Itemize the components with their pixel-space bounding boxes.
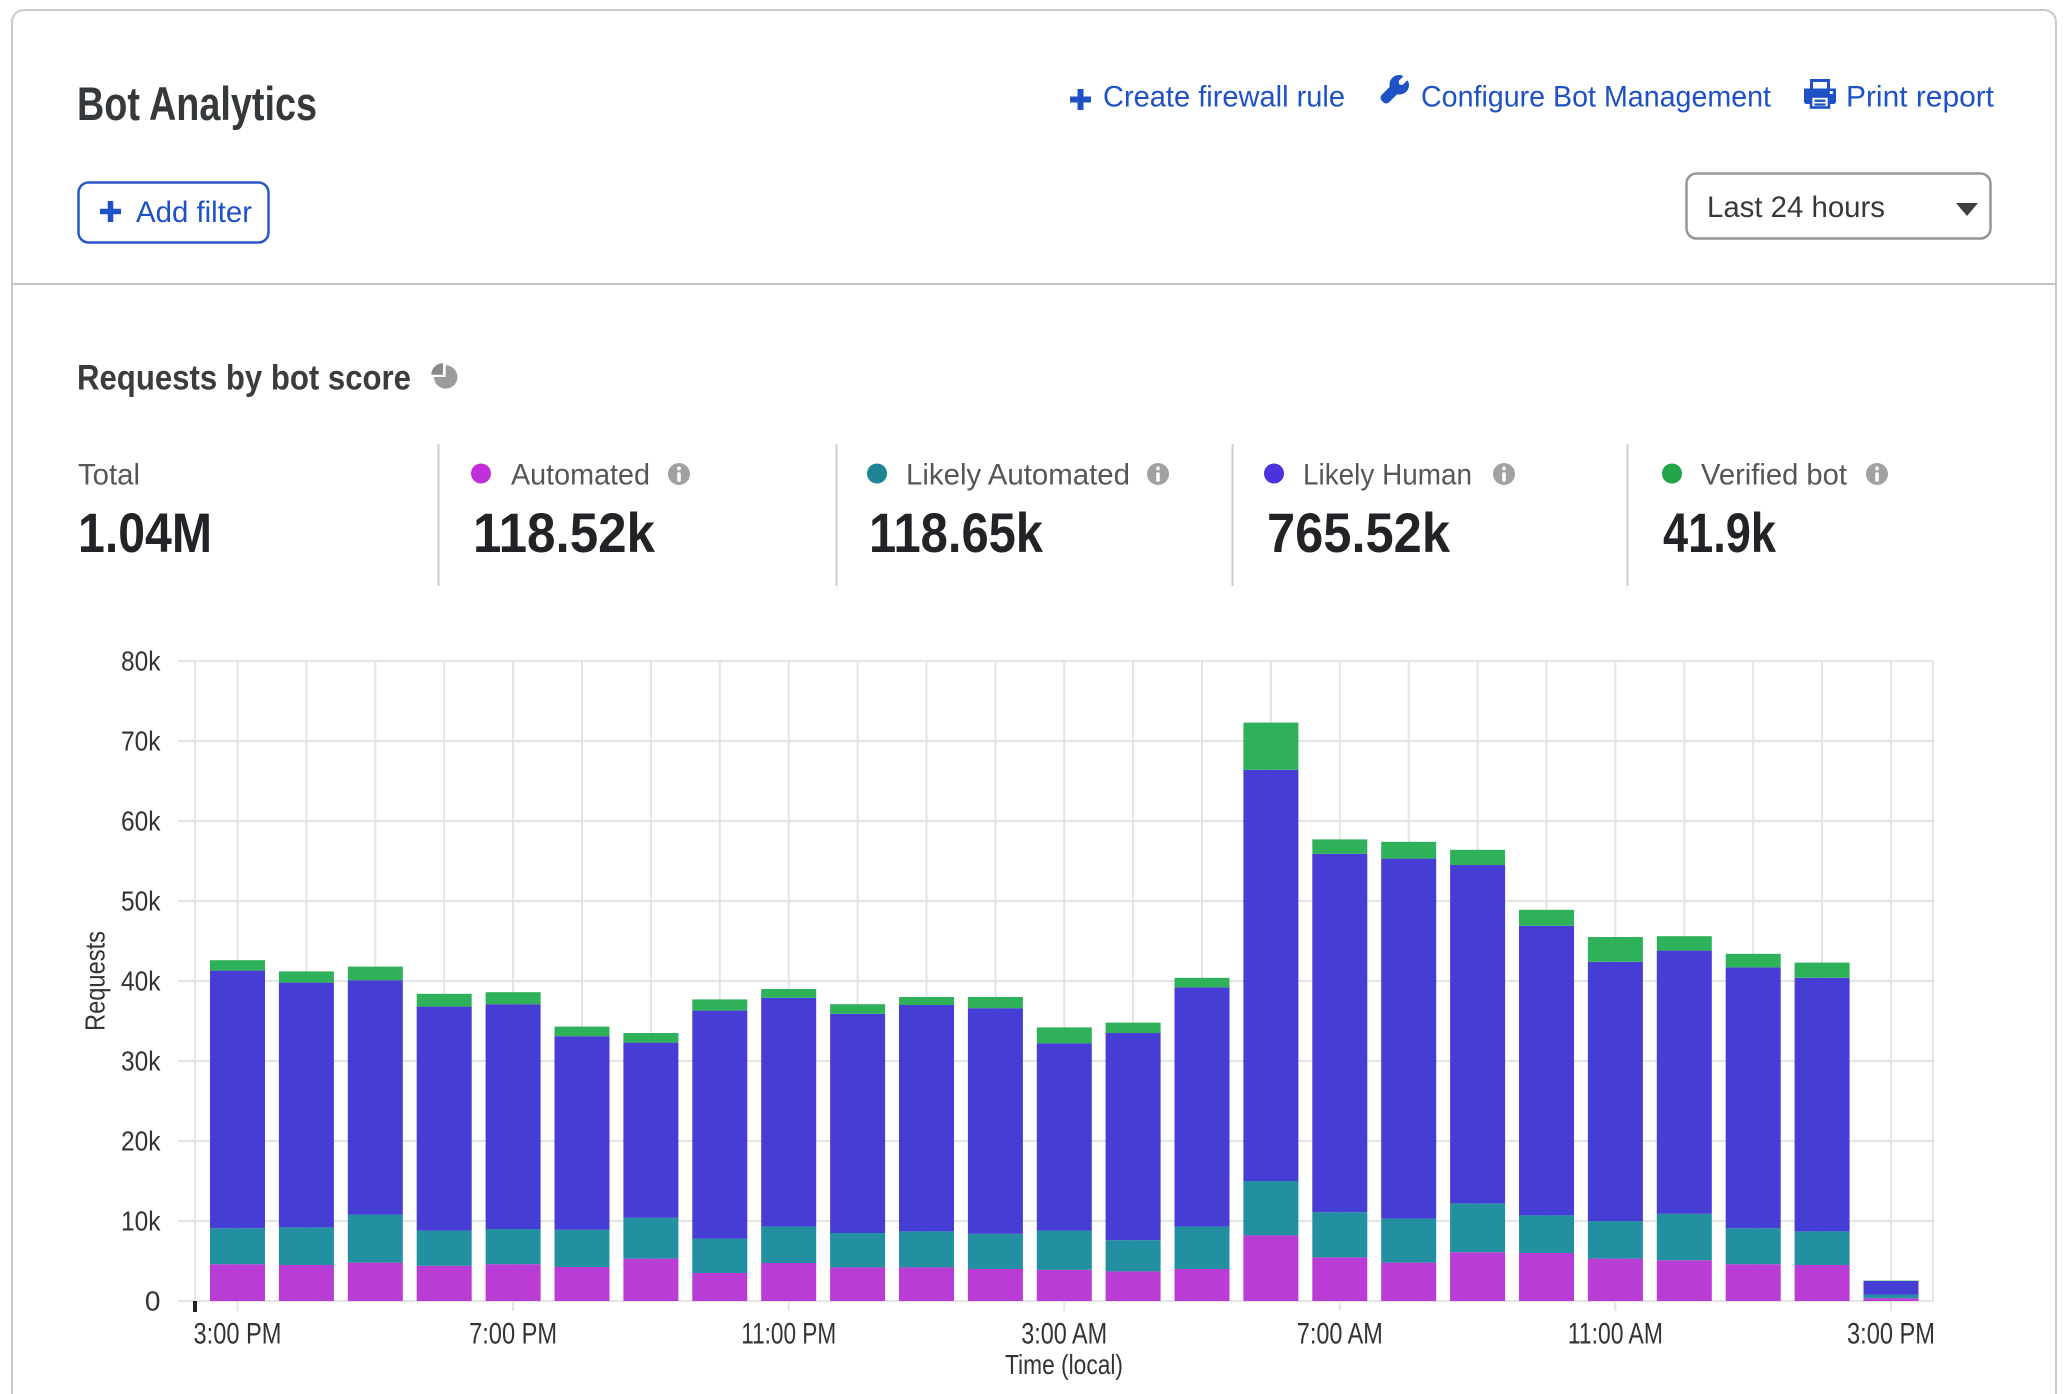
svg-text:30k: 30k [121, 1046, 161, 1077]
svg-text:Last 24 hours: Last 24 hours [1707, 191, 1885, 224]
svg-text:Automated: Automated [511, 459, 650, 492]
svg-text:41.9k: 41.9k [1663, 501, 1777, 564]
svg-text:Verified bot: Verified bot [1701, 459, 1848, 492]
svg-text:3:00 AM: 3:00 AM [1021, 1318, 1107, 1351]
svg-text:7:00 AM: 7:00 AM [1297, 1318, 1383, 1351]
svg-text:11:00 AM: 11:00 AM [1568, 1318, 1663, 1351]
svg-text:80k: 80k [121, 646, 161, 677]
svg-text:Time (local): Time (local) [1005, 1349, 1123, 1380]
svg-text:50k: 50k [121, 886, 161, 917]
svg-text:60k: 60k [121, 806, 161, 837]
svg-text:11:00 PM: 11:00 PM [741, 1318, 836, 1351]
svg-text:40k: 40k [121, 966, 161, 997]
svg-text:Likely Human: Likely Human [1303, 459, 1472, 492]
svg-text:Create firewall rule: Create firewall rule [1103, 81, 1345, 114]
svg-text:Total: Total [78, 459, 140, 492]
svg-text:Print report: Print report [1846, 81, 1995, 114]
svg-text:7:00 PM: 7:00 PM [469, 1318, 557, 1351]
svg-text:0: 0 [145, 1286, 161, 1317]
svg-text:Add filter: Add filter [136, 196, 252, 229]
svg-text:70k: 70k [121, 726, 161, 757]
svg-text:3:00 PM: 3:00 PM [194, 1318, 282, 1351]
svg-text:10k: 10k [121, 1206, 161, 1237]
svg-text:Likely Automated: Likely Automated [906, 459, 1130, 492]
svg-text:118.52k: 118.52k [473, 501, 656, 564]
svg-text:20k: 20k [121, 1126, 161, 1157]
svg-text:Requests by bot score: Requests by bot score [77, 359, 411, 398]
svg-text:118.65k: 118.65k [869, 501, 1044, 564]
svg-text:Bot Analytics: Bot Analytics [77, 77, 317, 130]
svg-text:Configure Bot Management: Configure Bot Management [1421, 81, 1772, 114]
svg-text:765.52k: 765.52k [1267, 501, 1451, 564]
svg-text:Requests: Requests [80, 931, 111, 1031]
svg-text:1.04M: 1.04M [78, 501, 212, 564]
svg-text:3:00 PM: 3:00 PM [1847, 1318, 1935, 1351]
